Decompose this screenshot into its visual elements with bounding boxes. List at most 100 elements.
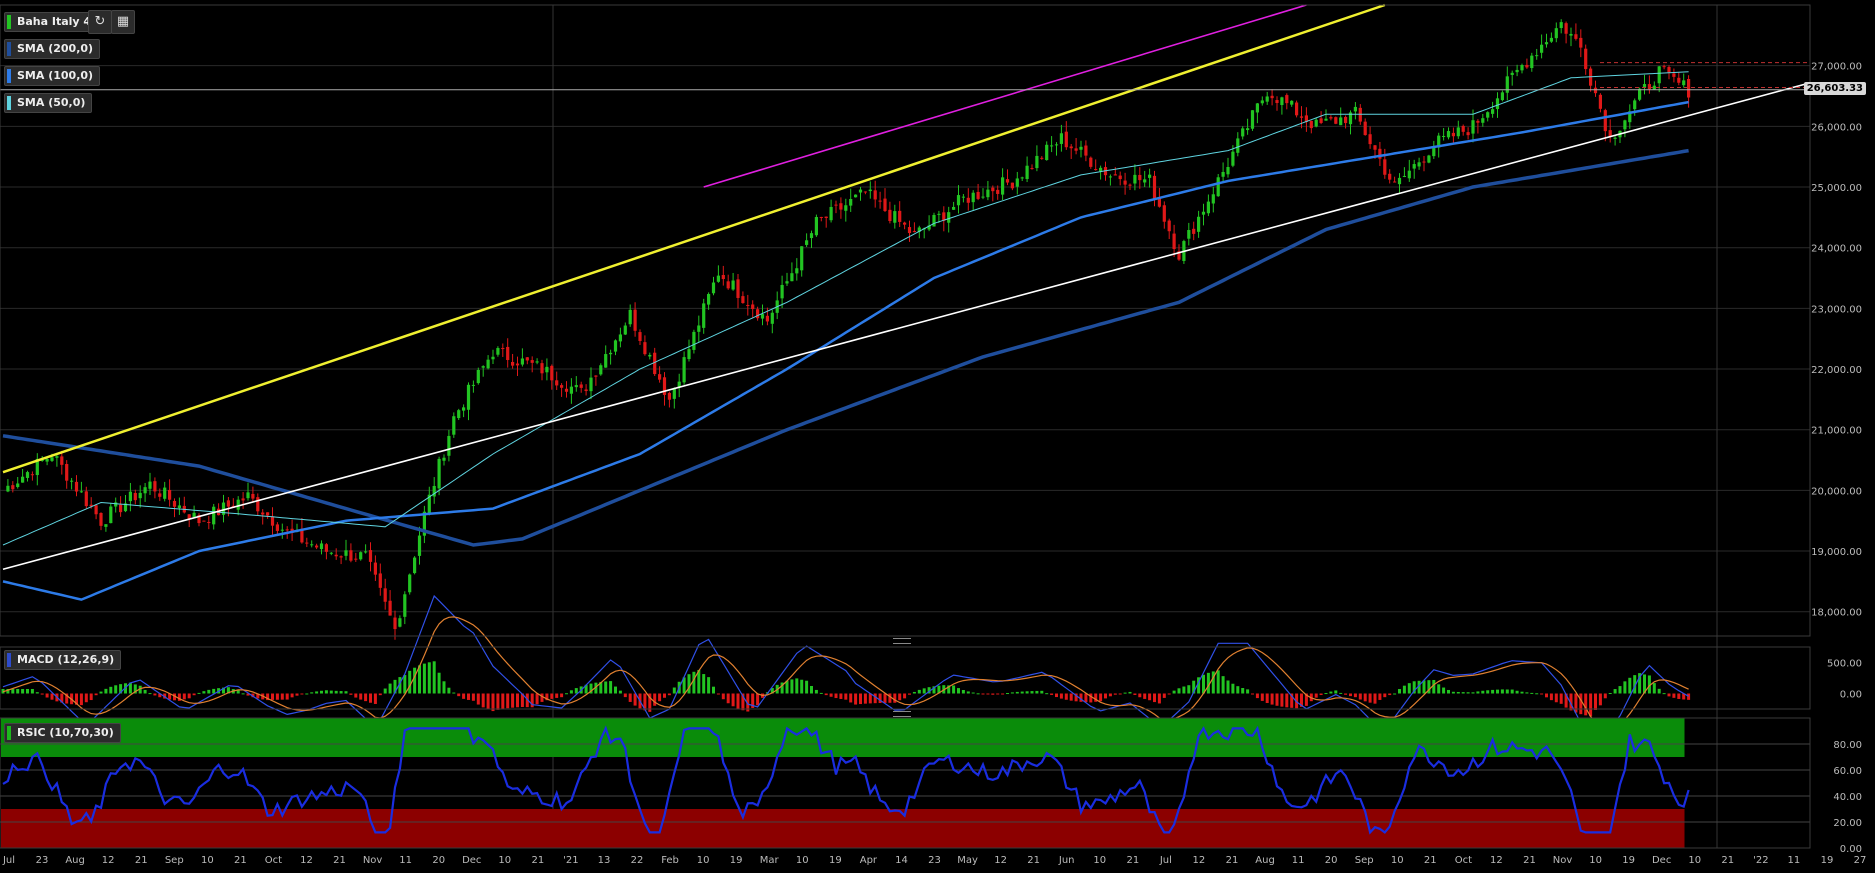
macd-bar	[1216, 670, 1220, 694]
down-candle	[1393, 181, 1397, 183]
macd-bar	[192, 693, 196, 696]
sma200-label[interactable]: SMA (200,0)	[4, 39, 101, 59]
down-candle	[1579, 37, 1583, 48]
up-candle	[104, 524, 108, 527]
down-candle	[1167, 220, 1171, 232]
rsic-swatch	[7, 726, 11, 740]
down-candle	[368, 550, 373, 562]
macd-bar	[1672, 693, 1676, 698]
macd-bar	[912, 691, 916, 694]
down-candle	[1363, 121, 1367, 136]
y-tick-label: 22,000.00	[1811, 365, 1862, 376]
x-tick-label: 12	[1193, 855, 1206, 866]
x-tick-label: Sep	[165, 855, 184, 866]
macd-bar	[1255, 693, 1259, 699]
chart-canvas[interactable]: 18,000.00 19,000.00 20,000.00 21,000.00 22,0…	[0, 0, 1875, 873]
down-candle	[285, 529, 289, 531]
up-candle	[520, 358, 524, 365]
down-candle	[638, 332, 642, 341]
down-candle	[119, 504, 123, 513]
up-candle	[114, 502, 118, 507]
up-candle	[138, 492, 142, 499]
sma100-label[interactable]: SMA (100,0)	[4, 66, 101, 86]
macd-bar	[30, 688, 34, 694]
up-candle	[1035, 155, 1039, 169]
down-candle	[903, 222, 907, 225]
macd-bar	[1040, 690, 1044, 694]
macd-bar	[1378, 693, 1382, 700]
rsi-tick-label: 20.00	[1833, 818, 1862, 829]
macd-bar	[45, 693, 49, 698]
sma50-label[interactable]: SMA (50,0)	[4, 93, 93, 113]
macd-bar	[1456, 691, 1460, 694]
up-candle	[545, 366, 549, 373]
up-candle	[854, 194, 858, 198]
calendar-icon: ▦	[116, 14, 130, 29]
down-candle	[256, 497, 260, 512]
x-tick-label: Jul	[1159, 855, 1172, 866]
macd-bar	[114, 685, 118, 694]
down-candle	[1074, 148, 1078, 151]
up-candle	[1187, 230, 1191, 239]
macd-bar	[1358, 693, 1362, 700]
x-tick-label: 21	[333, 855, 346, 866]
macd-bar	[1510, 689, 1514, 694]
macd-bar	[716, 693, 720, 695]
x-tick-label: 12	[994, 855, 1007, 866]
down-candle	[84, 491, 88, 507]
down-candle	[564, 388, 569, 392]
down-candle	[1270, 95, 1274, 99]
up-candle	[858, 189, 863, 193]
x-tick-label: 10	[1589, 855, 1602, 866]
rsic-label[interactable]: RSIC (10,70,30)	[4, 723, 121, 743]
pane-resize-handle[interactable]	[893, 711, 911, 717]
macd-bar	[1177, 688, 1181, 694]
down-candle	[373, 562, 377, 575]
down-candle	[1123, 180, 1127, 185]
sma100-line	[2, 100, 1689, 601]
calendar-button[interactable]: ▦	[111, 10, 135, 34]
x-tick-label: Aug	[1255, 855, 1275, 866]
up-candle	[569, 386, 573, 394]
x-tick-label: Jun	[1058, 855, 1075, 866]
up-candle	[952, 206, 956, 210]
macd-bar	[84, 693, 88, 703]
up-candle	[986, 189, 990, 198]
macd-bar	[320, 690, 323, 694]
up-candle	[1520, 65, 1524, 71]
x-tick-label: 10	[201, 855, 214, 866]
macd-bar	[1113, 693, 1117, 695]
up-candle	[359, 552, 363, 560]
up-candle	[1241, 128, 1245, 137]
macd-bar	[1496, 689, 1499, 694]
down-candle	[751, 304, 755, 310]
macd-bar	[1667, 693, 1671, 697]
up-candle	[471, 384, 475, 386]
macd-bar	[961, 690, 965, 694]
up-candle	[1324, 118, 1328, 121]
macd-bar	[1236, 686, 1240, 694]
macd-bar	[148, 693, 152, 695]
pane-resize-handle[interactable]	[893, 638, 911, 644]
rsi-pane	[0, 718, 1810, 849]
macd-bar	[109, 686, 113, 694]
up-candle	[1045, 144, 1049, 161]
macd-bar	[1001, 693, 1005, 695]
macd-bar	[604, 681, 608, 694]
up-candle	[1397, 177, 1402, 185]
down-candle	[1118, 175, 1122, 180]
up-candle	[716, 275, 720, 282]
up-candle	[1495, 98, 1500, 110]
macd-bar	[511, 693, 515, 708]
down-candle	[1094, 169, 1098, 171]
refresh-button[interactable]: ↻	[88, 10, 112, 34]
down-candle	[1667, 67, 1671, 73]
up-candle	[1108, 176, 1112, 178]
down-candle	[1422, 161, 1426, 163]
macd-label[interactable]: MACD (12,26,9)	[4, 650, 122, 670]
x-tick-label: Feb	[661, 855, 679, 866]
macd-bar	[1025, 691, 1029, 694]
down-candle	[883, 198, 887, 212]
signal-line	[2, 616, 1689, 730]
macd-bar	[1006, 693, 1009, 695]
